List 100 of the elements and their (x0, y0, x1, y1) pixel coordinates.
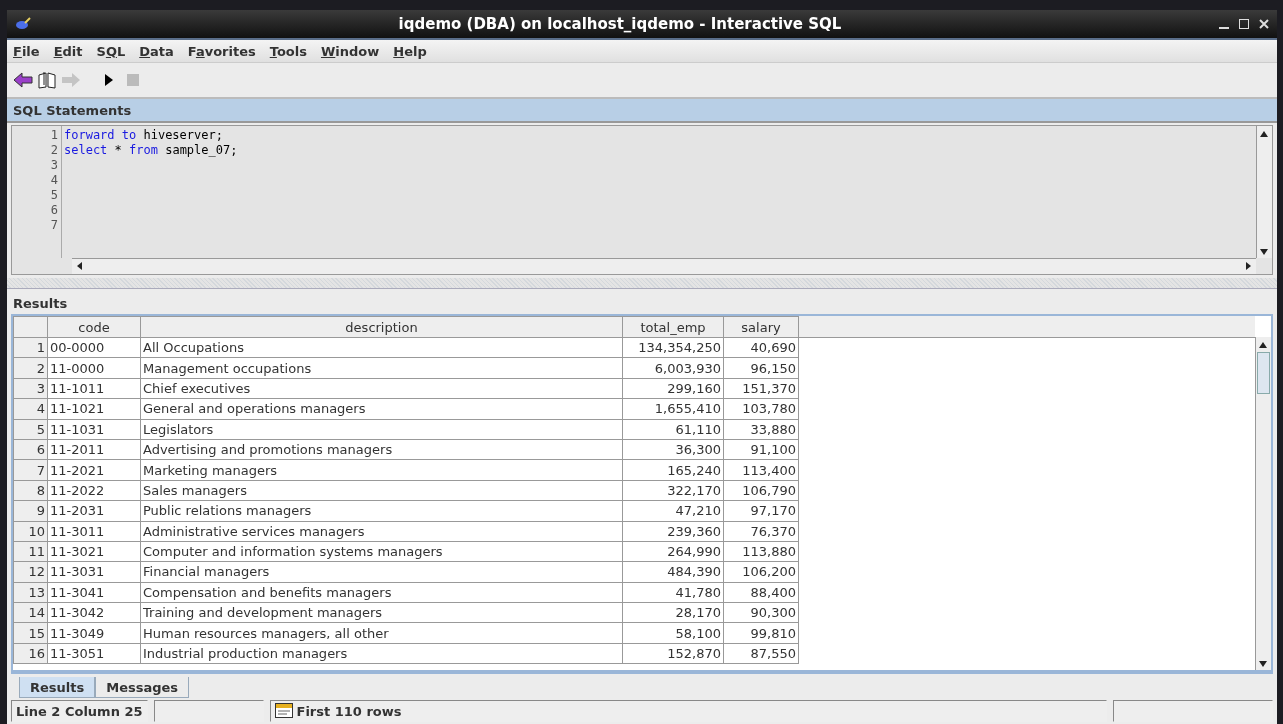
row-number: 9 (13, 500, 48, 521)
table-cell: 97,170 (723, 500, 799, 521)
line-number: 5 (49, 188, 58, 203)
table-cell: 76,370 (723, 521, 799, 542)
menu-item[interactable]: Window (320, 43, 380, 59)
table-cell: 264,990 (622, 541, 724, 562)
table-cell: 151,370 (723, 378, 799, 399)
table-cell: 239,360 (622, 521, 724, 542)
table-cell: 00-0000 (47, 337, 141, 358)
table-cell: 11-3042 (47, 602, 141, 623)
maximize-icon (1239, 18, 1249, 29)
row-number: 13 (13, 582, 48, 603)
tab[interactable]: Results (19, 677, 96, 698)
table-cell: Training and development managers (140, 602, 623, 623)
table-cell: 11-3021 (47, 541, 141, 562)
table-cell: 11-3031 (47, 561, 141, 583)
table-cell: 96,150 (723, 357, 799, 379)
play-icon (104, 73, 114, 87)
table-cell: 113,880 (723, 541, 799, 562)
rows-info: First 110 rows (296, 703, 402, 719)
table-cell: 11-1031 (47, 419, 141, 440)
table-cell: Administrative services managers (140, 521, 623, 542)
table-cell: 299,160 (622, 378, 724, 399)
menu-item[interactable]: Tools (269, 43, 307, 59)
table-cell: 11-2021 (47, 459, 141, 481)
row-number: 6 (13, 439, 48, 460)
table-cell: 28,170 (622, 602, 724, 623)
table-cell: 103,780 (723, 398, 799, 420)
line-number: 3 (49, 158, 58, 173)
code-line: select * from sample_07; (64, 143, 238, 158)
column-header[interactable]: salary (723, 316, 799, 338)
table-cell: All Occupations (140, 337, 623, 358)
stop-icon (127, 74, 139, 86)
row-number: 8 (13, 480, 48, 501)
vertical-scrollbar[interactable] (1255, 337, 1271, 670)
table-cell: 113,400 (723, 459, 799, 481)
scroll-down-icon[interactable] (1259, 246, 1269, 256)
maximize-button[interactable] (1239, 16, 1249, 32)
table-cell: 90,300 (723, 602, 799, 623)
row-number: 14 (13, 602, 48, 623)
table-cell: 106,200 (723, 561, 799, 583)
menu-item[interactable]: File (13, 43, 40, 59)
row-number: 7 (13, 459, 48, 481)
table-cell: 99,810 (723, 622, 799, 644)
table-cell: 91,100 (723, 439, 799, 460)
menu-item[interactable]: Help (393, 43, 427, 59)
table-cell: 11-3041 (47, 582, 141, 603)
table-cell: 11-2022 (47, 480, 141, 501)
window-title: iqdemo (DBA) on localhost_iqdemo - Interactive SQL (397, 15, 843, 33)
row-number: 5 (13, 419, 48, 440)
table-cell: 40,690 (723, 337, 799, 358)
row-number: 16 (13, 643, 48, 664)
menu-item[interactable]: Favorites (187, 43, 256, 59)
panel-header: Results (12, 294, 69, 313)
scroll-down-icon[interactable] (1258, 658, 1268, 668)
table-cell: 87,550 (723, 643, 799, 664)
line-number: 4 (49, 173, 58, 188)
row-number: 12 (13, 561, 48, 583)
table-cell: Public relations managers (140, 500, 623, 521)
row-number: 4 (13, 398, 48, 420)
table-cell: 11-2011 (47, 439, 141, 460)
column-header[interactable]: code (47, 316, 141, 338)
line-number: 2 (49, 143, 58, 158)
table-cell: 6,003,930 (622, 357, 724, 379)
table-cell: Financial managers (140, 561, 623, 583)
table-cell: 11-1011 (47, 378, 141, 399)
table-cell: Computer and information systems managers (140, 541, 623, 562)
line-number: 1 (49, 128, 58, 143)
cursor-position: Line 2 Column 25 (11, 700, 148, 722)
table-cell: Human resources managers, all other (140, 622, 623, 644)
horizontal-scrollbar[interactable] (72, 258, 1256, 274)
table-cell: Advertising and promotions managers (140, 439, 623, 460)
line-number: 6 (49, 203, 58, 218)
column-header[interactable]: description (140, 316, 623, 338)
row-number: 15 (13, 622, 48, 644)
row-number: 3 (13, 378, 48, 399)
minimize-icon (1219, 27, 1229, 29)
table-cell: 134,354,250 (622, 337, 724, 358)
vertical-scrollbar[interactable] (1256, 126, 1272, 258)
tab[interactable]: Messages (95, 677, 190, 698)
scroll-thumb[interactable] (1257, 352, 1270, 394)
close-icon (1259, 18, 1269, 29)
row-number: 2 (13, 357, 48, 379)
table-cell: 33,880 (723, 419, 799, 440)
table-cell: Chief executives (140, 378, 623, 399)
table-cell: Marketing managers (140, 459, 623, 481)
row-number: 10 (13, 521, 48, 542)
book-icon (37, 71, 57, 89)
table-cell: 152,870 (622, 643, 724, 664)
app-logo-icon (15, 17, 31, 31)
menu-item[interactable]: Data (139, 43, 174, 59)
menu-item[interactable]: Edit (53, 43, 83, 59)
table-cell: 36,300 (622, 439, 724, 460)
menu-item[interactable]: SQL (96, 43, 126, 59)
table-cell: 11-3049 (47, 622, 141, 644)
back-arrow-icon (13, 72, 33, 88)
table-cell: 484,390 (622, 561, 724, 583)
column-header[interactable]: total_emp (622, 316, 724, 338)
panel-header: SQL Statements (7, 99, 1277, 123)
table-cell: 11-0000 (47, 357, 141, 379)
